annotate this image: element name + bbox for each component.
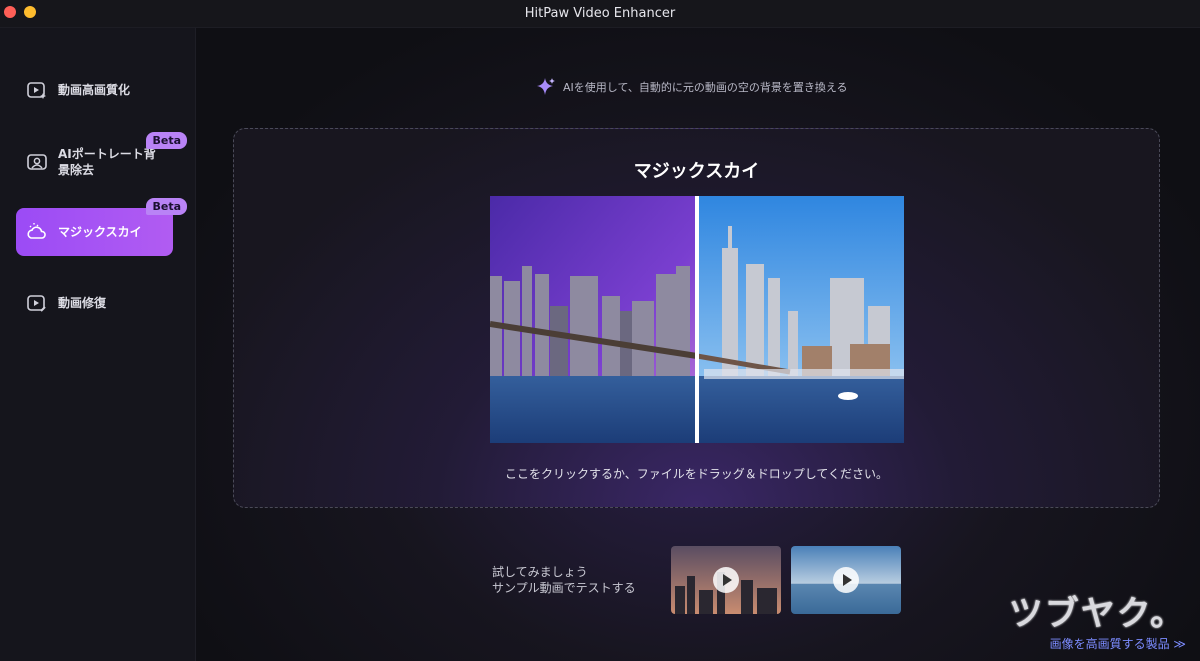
close-window-button[interactable]: [4, 6, 16, 18]
sidebar-item-video-repair[interactable]: 動画修復: [16, 283, 173, 323]
watermark-link[interactable]: 画像を高画質する製品 ≫: [1009, 635, 1186, 652]
dropzone-title: マジックスカイ: [633, 161, 760, 182]
play-icon: [833, 567, 859, 593]
before-after-preview-image: [490, 196, 904, 443]
feature-hint-text: AIを使用して、自動的に元の動画の空の背景を置き換える: [563, 81, 848, 94]
sidebar: 動画高画質化 AIポートレート背景除去 Beta マジックスカイ Beta 動画…: [0, 28, 196, 661]
sample-video-ocean[interactable]: [791, 546, 901, 614]
sample-video-city[interactable]: [671, 546, 781, 614]
feature-hint: AIを使用して、自動的に元の動画の空の背景を置き換える: [535, 76, 848, 98]
portrait-icon: [27, 154, 47, 170]
main-panel: AIを使用して、自動的に元の動画の空の背景を置き換える マジックスカイ ここをク…: [196, 28, 1200, 661]
dropzone-instructions: ここをクリックするか、ファイルをドラッグ＆ドロップしてください。: [504, 467, 889, 481]
video-enhance-icon: [27, 82, 46, 99]
window-controls: [4, 6, 36, 18]
sidebar-item-label: 動画修復: [58, 296, 107, 310]
minimize-window-button[interactable]: [24, 6, 36, 18]
sample-videos-text: 試してみましょう サンプル動画でテストする: [492, 564, 636, 596]
sidebar-item-portrait[interactable]: AIポートレート背景除去 Beta: [16, 132, 187, 182]
site-watermark: ツブヤク。 画像を高画質する製品 ≫: [1009, 586, 1186, 652]
sidebar-item-label: AIポートレート背景除去: [58, 147, 156, 177]
play-icon: [713, 567, 739, 593]
app-window: HitPaw Video Enhancer 動画高画質化 AIポートレート背景除…: [0, 0, 1200, 661]
video-repair-icon: [27, 295, 46, 312]
sidebar-item-magic-sky[interactable]: マジックスカイ Beta: [16, 198, 187, 256]
cloud-sun-icon: [27, 223, 46, 239]
sample-line-2: サンプル動画でテストする: [492, 581, 636, 595]
sample-line-1: 試してみましょう: [492, 565, 588, 579]
sidebar-item-label: 動画高画質化: [58, 83, 131, 97]
file-dropzone[interactable]: マジックスカイ ここをクリックするか、ファイルをドラッグ＆ドロップしてください。: [233, 128, 1160, 508]
beta-badge: Beta: [146, 198, 187, 215]
watermark-logo: ツブヤク。: [1008, 594, 1186, 634]
sparkle-icon: [537, 78, 555, 95]
sidebar-item-label: マジックスカイ: [58, 225, 142, 239]
title-bar: HitPaw Video Enhancer: [0, 0, 1200, 28]
sidebar-item-video-enhance[interactable]: 動画高画質化: [16, 70, 173, 110]
window-title: HitPaw Video Enhancer: [524, 6, 676, 21]
beta-badge: Beta: [146, 132, 187, 149]
